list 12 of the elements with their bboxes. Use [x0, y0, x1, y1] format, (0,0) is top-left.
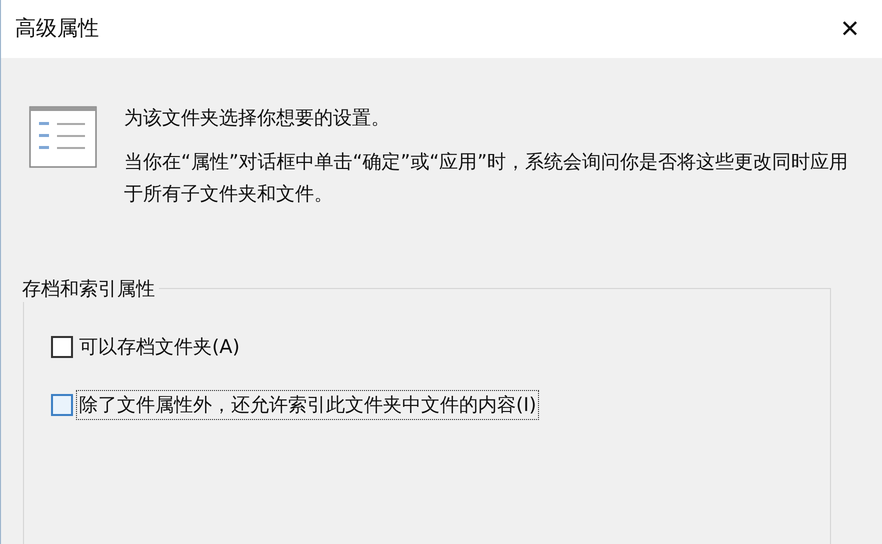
checkbox-option[interactable]: 可以存档文件夹(A)	[51, 333, 830, 361]
checkbox-option[interactable]: 除了文件属性外，还允许索引此文件夹中文件的内容(I)	[51, 391, 830, 419]
window-title: 高级属性	[15, 15, 99, 42]
checkbox-label: 除了文件属性外，还允许索引此文件夹中文件的内容(I)	[77, 391, 538, 419]
intro-text: 当你在“属性”对话框中单击“确定”或“应用”时，系统会询问你是否将这些更改同时应用于所有子文件夹和文件。	[124, 150, 850, 207]
checkbox[interactable]	[51, 394, 73, 416]
intro-heading: 为该文件夹选择你想要的设置。	[124, 106, 391, 131]
checkbox[interactable]	[51, 336, 73, 358]
checkbox-label: 可以存档文件夹(A)	[78, 335, 241, 360]
group-title: 存档和索引属性	[22, 276, 159, 302]
folder-properties-icon	[29, 106, 97, 168]
close-button[interactable]: ✕	[836, 17, 864, 41]
